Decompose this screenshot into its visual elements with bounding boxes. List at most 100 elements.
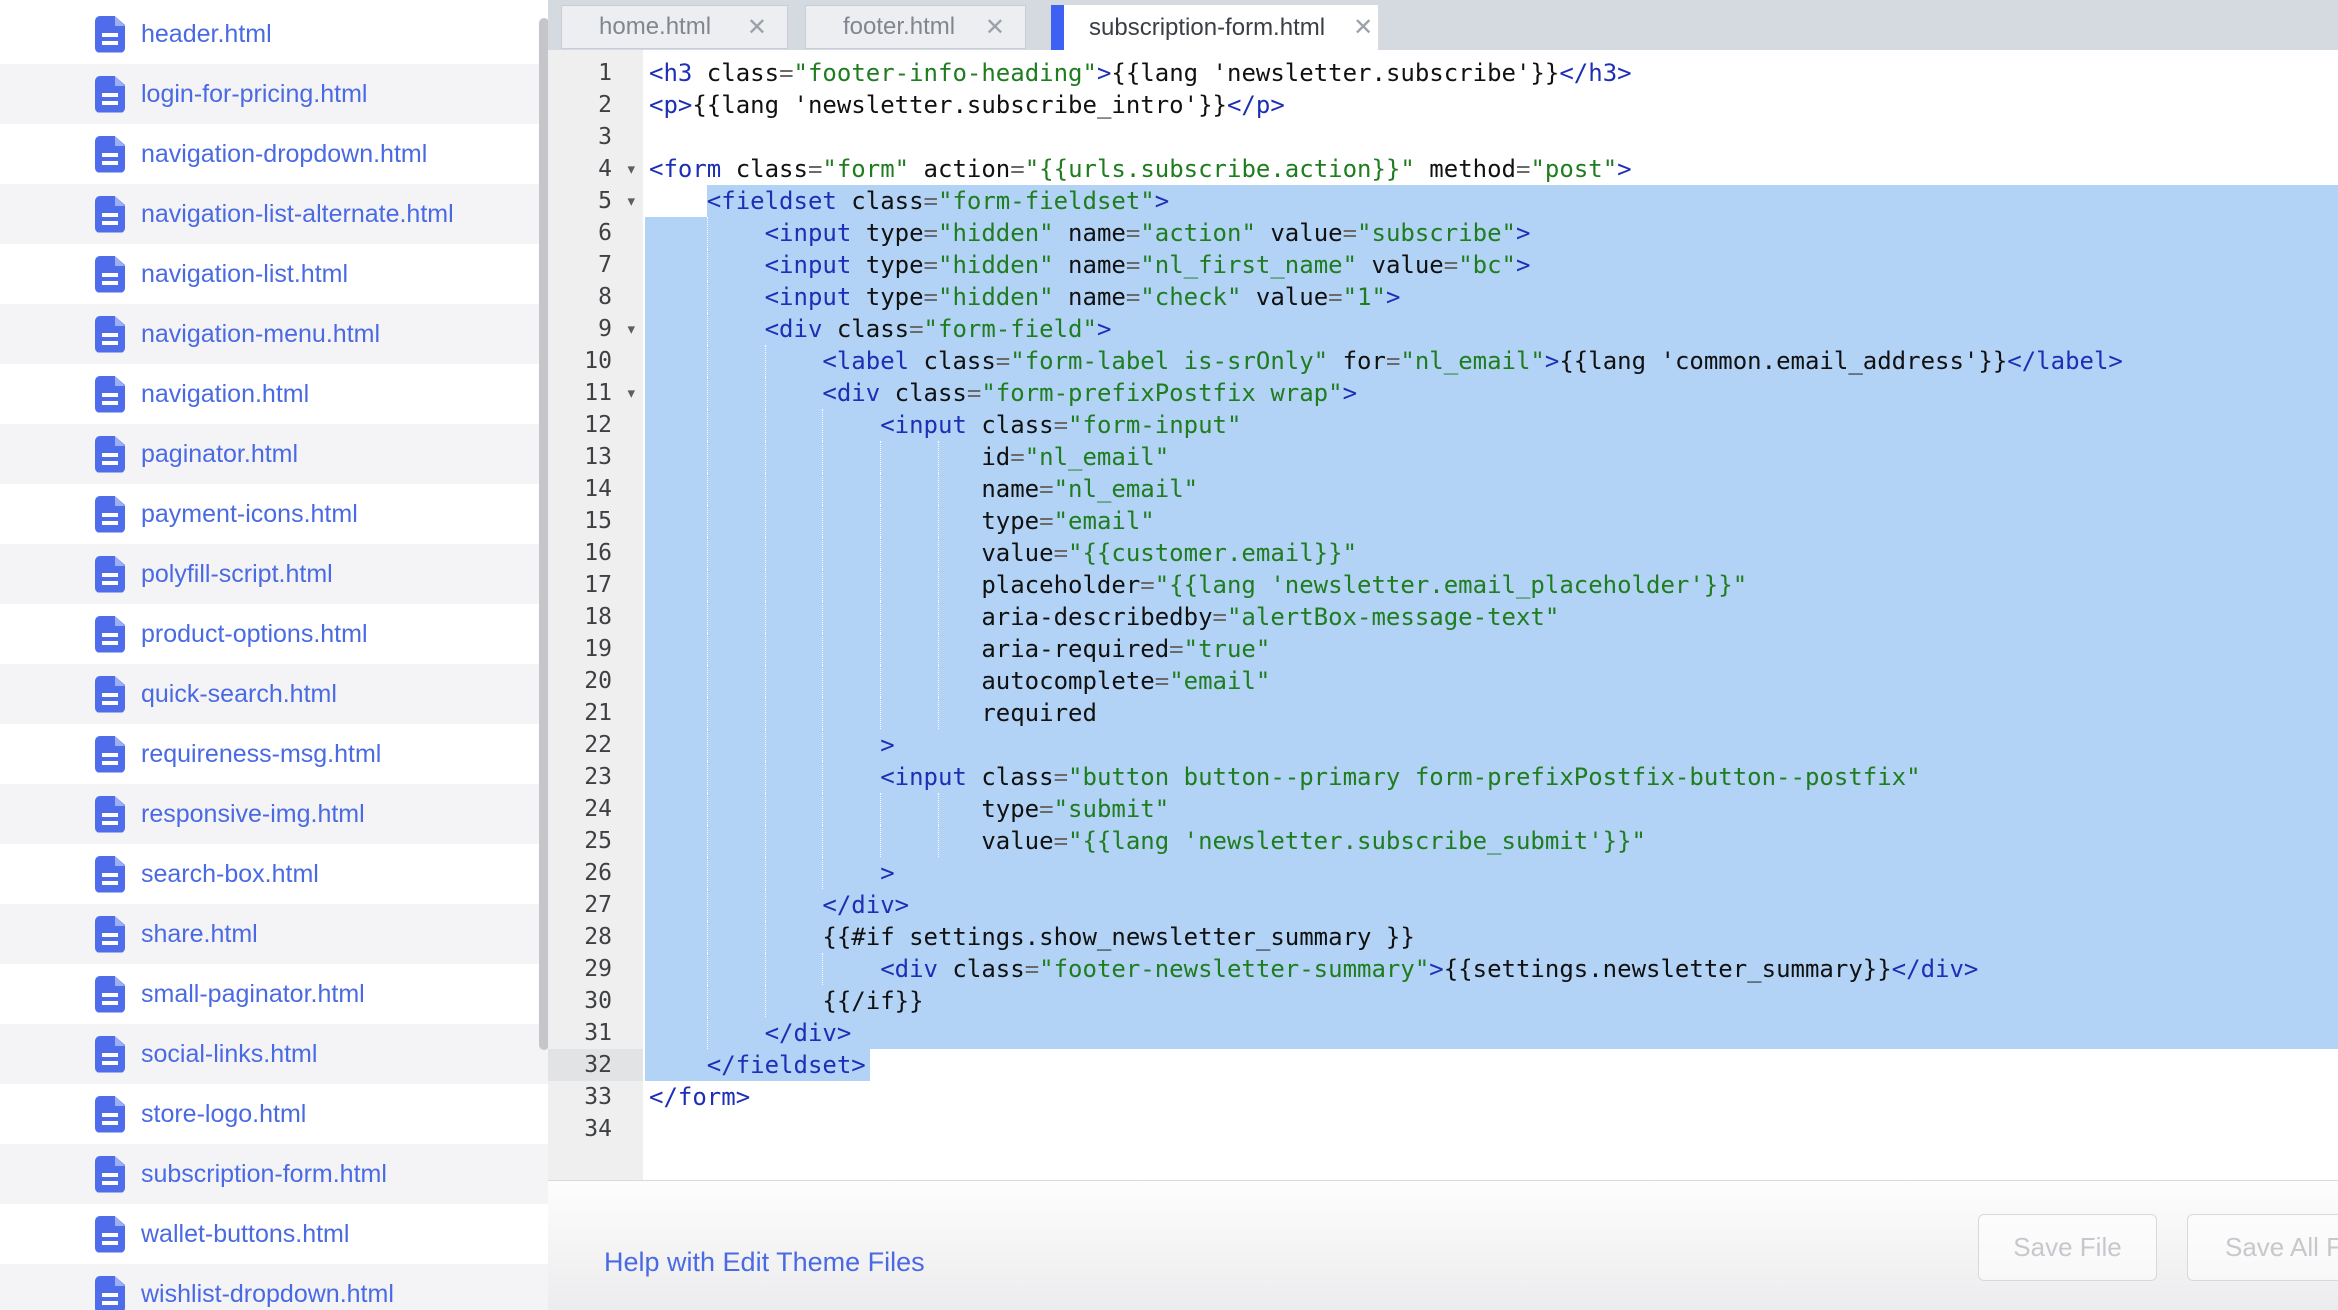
file-name: navigation-menu.html [141,320,380,349]
tab-home.html[interactable]: home.html✕ [561,5,788,49]
code-text: </form> [649,1081,750,1113]
sidebar-item[interactable]: navigation-menu.html [0,304,548,364]
text-token [649,251,765,279]
line-number: 26 [548,857,643,889]
code-text: aria-required="true" [649,633,1270,665]
sidebar-item[interactable]: payment-icons.html [0,484,548,544]
text-token [649,283,765,311]
sidebar-item[interactable]: header.html [0,4,548,64]
line-number-gutter: 1234▾5▾6789▾1011▾12131415161718192021222… [548,50,643,1180]
equals-token: = [996,347,1010,375]
string-token: "email" [1169,667,1270,695]
file-name: wallet-buttons.html [141,1220,349,1249]
code-text: placeholder="{{lang 'newsletter.email_pl… [649,569,1747,601]
sidebar-item[interactable]: small-paginator.html [0,964,548,1024]
code-area[interactable]: <h3 class="footer-info-heading">{{lang '… [643,50,2338,1180]
save-file-button[interactable]: Save File [1978,1214,2157,1281]
text-token [649,219,765,247]
fold-arrow-icon[interactable]: ▾ [627,153,635,185]
fold-arrow-icon[interactable]: ▾ [627,185,635,217]
text-token [649,859,880,887]
file-icon [95,16,125,53]
file-name: quick-search.html [141,680,337,709]
line-number: 7 [548,249,643,281]
sidebar-item[interactable]: requireness-msg.html [0,724,548,784]
code-line: type="email" [643,505,2338,537]
code-text: <div class="footer-newsletter-summary">{… [649,953,1978,985]
line-number: 5▾ [548,185,643,217]
string-token: "check" [1140,283,1241,311]
file-icon [95,1156,125,1193]
sidebar-item[interactable]: quick-search.html [0,664,548,724]
text-token: {{lang 'newsletter.subscribe_intro'}} [692,91,1227,119]
line-number: 8 [548,281,643,313]
equals-token: = [1126,219,1140,247]
equals-token: = [1386,347,1400,375]
help-link[interactable]: Help with Edit Theme Files [604,1247,925,1278]
code-line: <div class="form-prefixPostfix wrap"> [643,377,2338,409]
code-line: value="{{lang 'newsletter.subscribe_subm… [643,825,2338,857]
tag-token: <form [649,155,721,183]
tag-token: > [1097,59,1111,87]
text-token [649,315,765,343]
file-icon [95,436,125,473]
sidebar-item[interactable]: search-box.html [0,844,548,904]
line-number: 19 [548,633,643,665]
string-token: "post" [1530,155,1617,183]
fold-arrow-icon[interactable]: ▾ [627,313,635,345]
string-token: "nl_email" [1025,443,1170,471]
text-token: {{lang 'common.email_address'}} [1559,347,2007,375]
text-token: class [721,155,808,183]
equals-token: = [924,251,938,279]
sidebar-item[interactable]: product-options.html [0,604,548,664]
code-line: <form class="form" action="{{urls.subscr… [643,153,2338,185]
close-icon[interactable]: ✕ [1353,13,1373,42]
code-line: {{#if settings.show_newsletter_summary }… [643,921,2338,953]
file-name: product-options.html [141,620,368,649]
text-token: type [851,219,923,247]
text-token: autocomplete [649,667,1155,695]
file-icon [95,76,125,113]
sidebar-item[interactable]: share.html [0,904,548,964]
code-text: type="email" [649,505,1155,537]
sidebar-item[interactable]: navigation.html [0,364,548,424]
line-number: 20 [548,665,643,697]
line-number: 3 [548,121,643,153]
equals-token: = [1054,539,1068,567]
code-line [643,121,2338,153]
close-icon[interactable]: ✕ [747,13,767,42]
sidebar-item[interactable]: subscription-form.html [0,1144,548,1204]
tab-subscription-form.html[interactable]: subscription-form.html✕ [1051,5,1378,50]
sidebar-item[interactable]: wishlist-dropdown.html [0,1264,548,1310]
sidebar-item[interactable]: navigation-dropdown.html [0,124,548,184]
sidebar-item[interactable]: polyfill-script.html [0,544,548,604]
sidebar-item[interactable]: store-logo.html [0,1084,548,1144]
code-text: </div> [649,1017,851,1049]
file-icon [95,196,125,233]
equals-token: = [1516,155,1530,183]
fold-arrow-icon[interactable]: ▾ [627,377,635,409]
text-token [649,187,707,215]
code-line: value="{{customer.email}}" [643,537,2338,569]
code-line: </div> [643,1017,2338,1049]
save-all-files-button[interactable]: Save All Files [2187,1214,2338,1281]
tag-token: <div [765,315,823,343]
selection-highlight [645,729,2338,761]
sidebar-item[interactable]: login-for-pricing.html [0,64,548,124]
sidebar-item[interactable]: responsive-img.html [0,784,548,844]
sidebar-item[interactable]: paginator.html [0,424,548,484]
close-icon[interactable]: ✕ [985,13,1005,42]
line-number: 33 [548,1081,643,1113]
sidebar-scrollbar-thumb[interactable] [539,18,548,1050]
sidebar-item[interactable]: navigation-list-alternate.html [0,184,548,244]
tag-token: <fieldset [707,187,837,215]
tag-token: </div> [765,1019,852,1047]
sidebar-item[interactable]: navigation-list.html [0,244,548,304]
code-text: > [649,729,895,761]
sidebar-item[interactable]: social-links.html [0,1024,548,1084]
text-token [649,955,880,983]
string-token: "footer-newsletter-summary" [1039,955,1429,983]
tab-footer.html[interactable]: footer.html✕ [805,5,1026,49]
sidebar-item[interactable]: wallet-buttons.html [0,1204,548,1264]
line-number: 28 [548,921,643,953]
